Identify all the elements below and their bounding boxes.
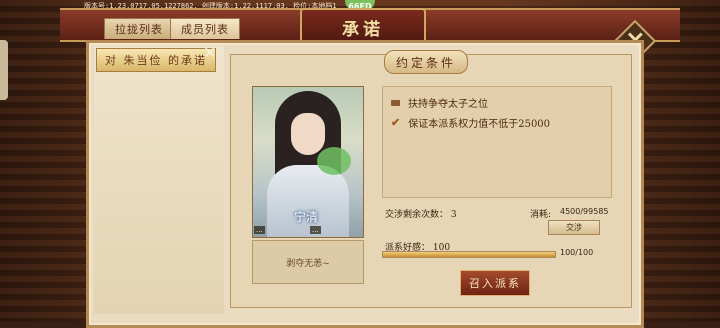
portrait-tag-left: ...: [254, 226, 265, 234]
condition-text: 扶持争夺太子之位: [408, 99, 488, 110]
side-handle[interactable]: [0, 40, 8, 100]
recruit-button[interactable]: 召入派系: [460, 270, 530, 296]
portrait-accent: [317, 147, 351, 175]
condition-item: 扶持争夺太子之位: [391, 95, 488, 110]
portrait-tag-right: ...: [310, 226, 321, 234]
bullet-icon: [391, 99, 400, 106]
condition-text: 保证本派系权力值不低于25000: [408, 119, 551, 130]
dismiss-icon[interactable]: ✕: [203, 43, 216, 62]
left-panel: [94, 46, 224, 314]
portrait-robe: [267, 165, 349, 237]
character-status: 剥夺无恙~: [252, 240, 364, 284]
portrait-face: [291, 113, 325, 155]
vow-target-button[interactable]: 对 朱当俭 的承诺: [96, 48, 216, 72]
page-title: 承诺: [342, 19, 384, 40]
favor-value: 100/100: [560, 248, 594, 257]
conditions-panel: 扶持争夺太子之位 ✔ 保证本派系权力值不低于25000: [382, 86, 612, 198]
cost-label: 消耗:: [530, 210, 552, 220]
negotiate-button[interactable]: 交涉: [548, 220, 600, 235]
card-header: 约定条件: [384, 50, 468, 74]
negotiation-count: 交涉剩余次数： 3: [385, 210, 457, 220]
favor-progress: [382, 251, 556, 258]
favor-progress-fill: [383, 252, 555, 257]
character-name: 宁清: [294, 210, 319, 224]
condition-item: ✔ 保证本派系权力值不低于25000: [391, 115, 550, 130]
check-icon: ✔: [391, 116, 401, 129]
cost-value: 4500/99585: [560, 207, 609, 216]
tab-recruit-list[interactable]: 拉拢列表: [104, 18, 174, 39]
tab-member-list[interactable]: 成员列表: [170, 18, 240, 39]
